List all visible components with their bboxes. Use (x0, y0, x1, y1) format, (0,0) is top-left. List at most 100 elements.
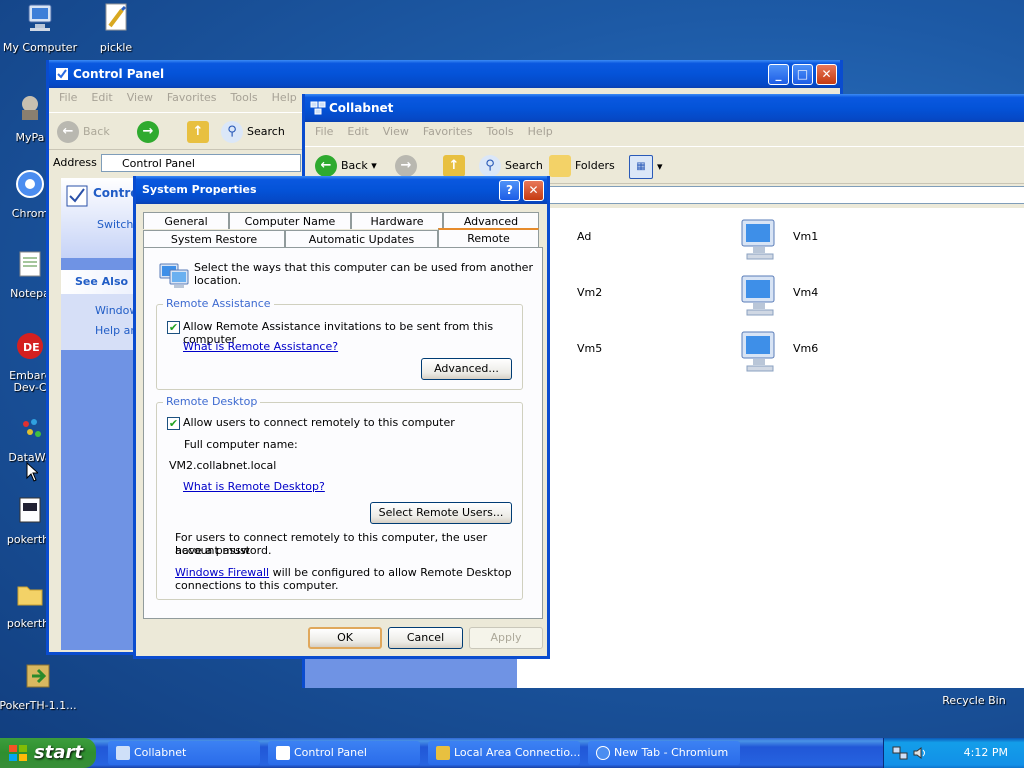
forward-arrow-icon: → (395, 155, 417, 177)
computer-icon (741, 219, 775, 260)
search-button[interactable]: ⚲ Search (479, 155, 543, 177)
full-computer-name-value: VM2.collabnet.local (169, 459, 277, 472)
network-tray-icon[interactable] (892, 745, 908, 761)
network-folder-icon (310, 101, 326, 115)
apply-button[interactable]: Apply (469, 627, 543, 649)
menu-favorites[interactable]: Favorites (423, 125, 473, 138)
tab-general[interactable]: General (143, 212, 229, 229)
control-panel-header-icon (66, 185, 88, 207)
back-arrow-icon: ← (57, 121, 79, 143)
menu-edit[interactable]: Edit (91, 91, 112, 104)
taskbar-item-control-panel[interactable]: Control Panel (268, 741, 420, 765)
advanced-button[interactable]: Advanced... (421, 358, 512, 380)
tab-computer-name[interactable]: Computer Name (229, 212, 351, 229)
network-computer-item[interactable]: Vm5 (547, 328, 667, 378)
shortcut-icon (105, 3, 127, 31)
ok-button[interactable]: OK (308, 627, 382, 649)
search-button[interactable]: ⚲ Search (221, 121, 285, 143)
menu-file[interactable]: File (315, 125, 333, 138)
taskbar-item-chromium[interactable]: New Tab - Chromium (588, 741, 740, 765)
folders-button[interactable]: Folders (549, 155, 615, 177)
remote-desktop-checkbox[interactable]: ✔ (167, 417, 180, 430)
desktop-icon-recycle-bin[interactable]: Recycle Bin (934, 694, 1014, 707)
tab-remote[interactable]: Remote (438, 228, 539, 248)
menu-view[interactable]: View (127, 91, 153, 104)
start-button[interactable]: start (0, 738, 96, 768)
menu-edit[interactable]: Edit (347, 125, 368, 138)
volume-icon[interactable] (912, 745, 928, 761)
tab-system-restore[interactable]: System Restore (143, 230, 285, 247)
windows-logo-icon (9, 745, 27, 761)
menu-favorites[interactable]: Favorites (167, 91, 217, 104)
taskbar-item-local-area-connection[interactable]: Local Area Connectio... (428, 741, 580, 765)
taskbar-item-label: Control Panel (294, 746, 367, 759)
menu-tools[interactable]: Tools (487, 125, 514, 138)
collabnet-titlebar[interactable]: Collabnet (305, 94, 1024, 122)
maximize-button[interactable]: □ (792, 64, 813, 85)
control-panel-titlebar[interactable]: Control Panel _ □ ✕ (49, 60, 840, 88)
minimize-button[interactable]: _ (768, 64, 789, 85)
address-input[interactable]: Control Panel (101, 154, 301, 172)
what-is-remote-desktop-link[interactable]: What is Remote Desktop? (183, 480, 325, 493)
folder-up-icon: ↑ (187, 121, 209, 143)
control-panel-icon (276, 746, 290, 760)
intro-text-line2: location. (194, 274, 242, 287)
item-label: Ad (577, 230, 592, 243)
menu-help[interactable]: Help (528, 125, 553, 138)
cancel-button[interactable]: Cancel (388, 627, 463, 649)
switch-view-link[interactable]: Switch (97, 218, 133, 231)
network-computer-item[interactable]: Vm6 (739, 328, 859, 378)
up-button[interactable]: ↑ (443, 155, 469, 177)
network-computer-item[interactable]: Ad (547, 216, 667, 266)
menu-tools[interactable]: Tools (231, 91, 258, 104)
tab-advanced[interactable]: Advanced (443, 212, 539, 229)
computer-icon (741, 275, 775, 316)
close-button[interactable]: ✕ (816, 64, 837, 85)
tab-hardware[interactable]: Hardware (351, 212, 443, 229)
remote-desktop-group: Remote Desktop ✔ Allow users to connect … (156, 395, 523, 600)
menu-view[interactable]: View (383, 125, 409, 138)
desktop-icon-label: Recycle Bin (942, 694, 1006, 707)
close-button[interactable]: ✕ (523, 180, 544, 201)
taskbar-item-label: Local Area Connectio... (454, 746, 580, 759)
see-also-item[interactable]: Window (95, 304, 138, 317)
desktop-icon-pokerth-installer[interactable]: PokerTH-1.1... (0, 660, 78, 712)
system-properties-dialog: System Properties ? ✕ General Computer N… (133, 176, 550, 659)
clock[interactable]: 4:12 PM (964, 738, 1008, 768)
desktop-icon-label: pickle (99, 41, 133, 54)
start-label: start (34, 742, 83, 763)
menu-help[interactable]: Help (272, 91, 297, 104)
search-icon: ⚲ (221, 121, 243, 143)
remote-desktop-checkbox-label[interactable]: Allow users to connect remotely to this … (183, 416, 455, 429)
select-remote-users-button[interactable]: Select Remote Users... (370, 502, 512, 524)
taskbar-item-collabnet[interactable]: Collabnet (108, 741, 260, 765)
views-button[interactable]: ▦ ▾ (629, 155, 663, 179)
tab-automatic-updates[interactable]: Automatic Updates (285, 230, 438, 247)
windows-firewall-link[interactable]: Windows Firewall (175, 566, 269, 579)
network-computer-item[interactable]: Vm4 (739, 272, 859, 322)
desktop-icon-my-computer[interactable]: My Computer (0, 2, 80, 54)
network-computer-item[interactable]: Vm2 (547, 272, 667, 322)
dialog-titlebar[interactable]: System Properties ? ✕ (136, 176, 547, 204)
pokerth-icon (19, 497, 41, 523)
help-button[interactable]: ? (499, 180, 520, 201)
back-button[interactable]: ← Back ▾ (315, 155, 377, 177)
back-arrow-icon: ← (315, 155, 337, 177)
forward-button[interactable]: → (395, 155, 421, 177)
remote-assistance-checkbox[interactable]: ✔ (167, 321, 180, 334)
see-also-item[interactable]: Help an (95, 324, 137, 337)
desktop-icon-pickle[interactable]: pickle (76, 2, 156, 54)
what-is-remote-assistance-link[interactable]: What is Remote Assistance? (183, 340, 338, 353)
svg-text:DE: DE (23, 341, 40, 354)
back-button[interactable]: ← Back (57, 121, 110, 143)
taskbar-item-label: New Tab - Chromium (614, 746, 729, 759)
address-input[interactable] (545, 186, 1024, 204)
network-computer-item[interactable]: Vm1 (739, 216, 859, 266)
network-connection-icon (436, 746, 450, 760)
menu-file[interactable]: File (59, 91, 77, 104)
up-button[interactable]: ↑ (187, 121, 213, 143)
system-tray: 4:12 PM (883, 738, 1024, 768)
address-label: Address (53, 156, 97, 169)
remote-assistance-group: Remote Assistance ✔ Allow Remote Assista… (156, 297, 523, 390)
forward-button[interactable]: → (137, 121, 163, 143)
